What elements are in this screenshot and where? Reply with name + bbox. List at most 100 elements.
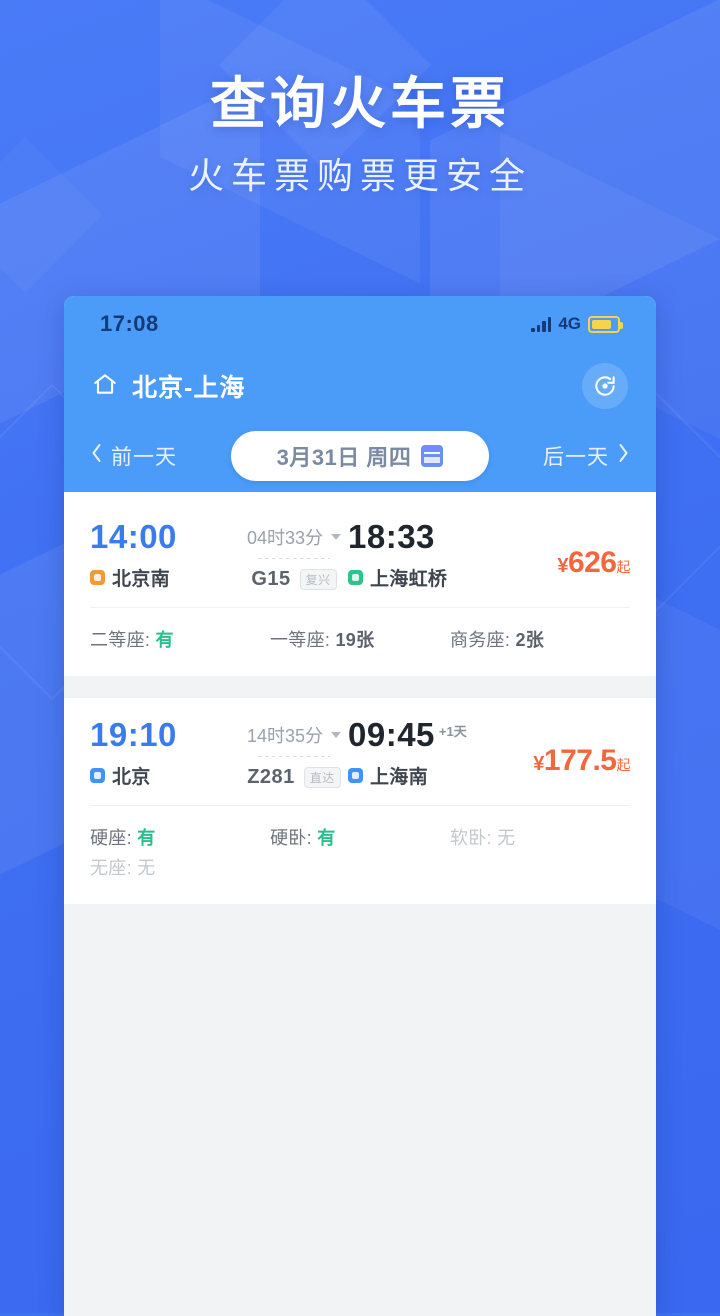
arrival-block: 09:45 +1天 上海南: [348, 718, 498, 789]
triangle-down-icon: [331, 732, 342, 738]
status-bar: 17:08 4G: [64, 296, 656, 352]
duration-row: 14时35分: [240, 722, 348, 748]
departure-station-name: 北京: [112, 767, 151, 788]
selected-date: 3月31日 周四: [276, 445, 412, 470]
station-dot-icon: [348, 768, 363, 783]
duration-label: 14时35分: [246, 726, 324, 746]
seat-item[interactable]: 商务座: 2张: [450, 626, 630, 652]
seat-item: 软卧: 无: [450, 824, 630, 850]
train-number-row: G15 复兴: [240, 568, 348, 591]
price-suffix: 起: [616, 757, 631, 773]
duration-row: 04时33分: [240, 524, 348, 550]
journey-info: 14时35分 Z281 直达: [240, 718, 348, 789]
train-card[interactable]: 19:10 北京 14时35分 Z281 直达 09:45 +1天 上海南 ¥1…: [64, 698, 656, 904]
signal-bars-icon: [531, 316, 552, 332]
seat-value: 有: [155, 630, 174, 650]
app-header: 17:08 4G 北京-上海 前一天 3月31日 周四 后一天: [64, 296, 656, 492]
departure-block: 19:10 北京: [90, 718, 240, 789]
date-bar: 前一天 3月31日 周四 后一天: [64, 420, 656, 492]
seat-label: 商务座:: [449, 630, 511, 650]
seat-item[interactable]: 硬卧: 有: [270, 824, 450, 850]
home-icon[interactable]: [92, 371, 118, 402]
seat-value: 有: [137, 828, 156, 848]
prev-day-button[interactable]: 前一天: [90, 441, 177, 471]
triangle-down-icon: [331, 534, 342, 540]
battery-icon: [588, 315, 623, 333]
train-card-main: 14:00 北京南 04时33分 G15 复兴 18:33 上海虹桥 ¥626起: [90, 520, 630, 591]
train-number-row: Z281 直达: [240, 766, 348, 789]
train-list[interactable]: 14:00 北京南 04时33分 G15 复兴 18:33 上海虹桥 ¥626起…: [64, 492, 656, 1316]
duration-label: 04时33分: [246, 528, 324, 548]
arrival-station-name: 上海南: [370, 767, 428, 788]
route-line: [258, 756, 330, 757]
seat-availability-row: 二等座: 有 一等座: 19张 商务座: 2张: [90, 607, 630, 676]
date-picker-button[interactable]: 3月31日 周四: [231, 431, 489, 481]
price-value: 626: [567, 546, 617, 579]
next-day-label: 后一天: [543, 446, 609, 469]
train-card-main: 19:10 北京 14时35分 Z281 直达 09:45 +1天 上海南 ¥1…: [90, 718, 630, 789]
chevron-right-icon: [617, 443, 630, 469]
prev-day-label: 前一天: [111, 446, 177, 469]
departure-station: 北京南: [90, 564, 240, 591]
price-block: ¥626起: [498, 520, 630, 580]
network-type-label: 4G: [558, 314, 581, 333]
chevron-left-icon: [90, 443, 103, 469]
nav-left-group[interactable]: 北京-上海: [92, 368, 245, 404]
seat-value: 有: [317, 828, 336, 848]
seat-value: 无: [137, 858, 156, 878]
ticket-price: ¥626起: [557, 546, 630, 579]
seat-value: 19张: [335, 630, 375, 650]
calendar-icon[interactable]: [421, 445, 444, 467]
departure-block: 14:00 北京南: [90, 520, 240, 591]
ticket-price: ¥177.5起: [533, 744, 630, 777]
seat-value: 无: [497, 828, 516, 848]
seat-item: 无座: 无: [90, 854, 270, 880]
train-type-badge: 直达: [303, 767, 341, 788]
train-number: G15: [251, 568, 291, 590]
seat-label: 硬卧:: [269, 828, 312, 848]
train-card[interactable]: 14:00 北京南 04时33分 G15 复兴 18:33 上海虹桥 ¥626起…: [64, 492, 656, 676]
phone-mockup: 17:08 4G 北京-上海 前一天 3月31日 周四 后一天 14:00 北京…: [64, 296, 656, 1316]
nav-bar: 北京-上海: [64, 352, 656, 420]
price-block: ¥177.5起: [498, 718, 630, 778]
seat-item[interactable]: 一等座: 19张: [270, 626, 450, 652]
hero-banner: 查询火车票 火车票购票更安全: [0, 72, 720, 198]
departure-station-name: 北京南: [112, 569, 170, 590]
train-number: Z281: [247, 766, 295, 788]
price-value: 177.5: [543, 744, 617, 777]
currency-symbol: ¥: [533, 753, 544, 775]
refresh-icon[interactable]: [582, 363, 628, 409]
seat-item[interactable]: 硬座: 有: [90, 824, 270, 850]
departure-time: 14:00: [90, 518, 177, 555]
route-title: 北京-上海: [132, 374, 246, 402]
next-day-button[interactable]: 后一天: [543, 441, 630, 471]
station-dot-icon: [90, 768, 105, 783]
card-separator: [64, 676, 656, 698]
arrival-time: 18:33: [348, 518, 435, 555]
seat-label: 一等座:: [269, 630, 331, 650]
page-subtitle: 火车票购票更安全: [187, 155, 532, 197]
arrival-block: 18:33 上海虹桥: [348, 520, 498, 591]
arrival-station-name: 上海虹桥: [370, 569, 448, 590]
seat-label: 硬座:: [90, 828, 132, 848]
route-line: [258, 558, 330, 559]
page-title: 查询火车票: [210, 72, 510, 135]
price-suffix: 起: [616, 559, 631, 575]
train-type-badge: 复兴: [299, 569, 337, 590]
currency-symbol: ¥: [557, 555, 568, 577]
station-dot-icon: [90, 570, 105, 585]
departure-station: 北京: [90, 762, 240, 789]
departure-time: 19:10: [90, 716, 177, 753]
seat-item[interactable]: 二等座: 有: [90, 626, 270, 652]
seat-label: 无座:: [90, 858, 132, 878]
station-dot-icon: [348, 570, 363, 585]
arrival-time-wrap: 18:33: [348, 520, 498, 553]
arrival-time-wrap: 09:45 +1天: [348, 718, 498, 751]
arrival-time: 09:45: [348, 716, 435, 753]
seat-label: 软卧:: [449, 828, 492, 848]
arrival-station: 上海南: [348, 762, 498, 789]
next-day-badge: +1天: [438, 724, 467, 739]
journey-info: 04时33分 G15 复兴: [240, 520, 348, 591]
seat-availability-row: 硬座: 有 硬卧: 有 软卧: 无 无座: 无: [90, 805, 630, 904]
arrival-station: 上海虹桥: [348, 564, 498, 591]
